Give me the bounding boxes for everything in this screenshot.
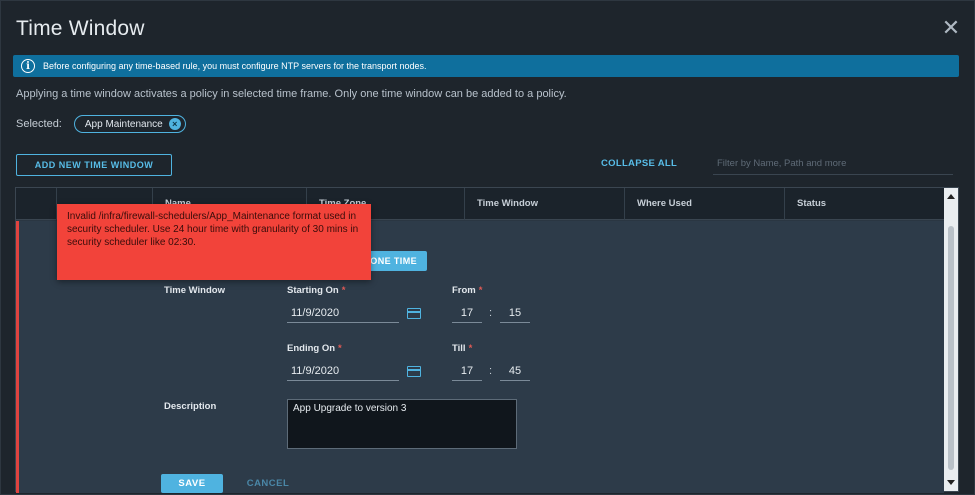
from-label: From *	[452, 285, 482, 296]
ending-on-label-text: Ending On	[287, 343, 336, 354]
required-marker: *	[478, 285, 483, 296]
column-header-time-window[interactable]: Time Window	[464, 188, 624, 220]
starting-on-label-text: Starting On	[287, 285, 339, 296]
time-window-dialog: Time Window ✕ i Before configuring any t…	[0, 0, 975, 495]
description-textarea[interactable]: App Upgrade to version 3	[287, 399, 517, 449]
close-icon[interactable]: ✕	[940, 17, 962, 39]
till-label-text: Till	[452, 343, 466, 354]
column-header-status[interactable]: Status	[784, 188, 944, 220]
from-hour-input[interactable]	[452, 303, 482, 323]
calendar-icon[interactable]	[407, 366, 421, 377]
scroll-thumb[interactable]	[948, 226, 954, 470]
ending-on-label: Ending On *	[287, 343, 342, 354]
cancel-button[interactable]: CANCEL	[237, 474, 299, 493]
column-header-where-used[interactable]: Where Used	[624, 188, 784, 220]
dialog-title: Time Window	[16, 17, 145, 40]
starting-on-date-input[interactable]	[287, 303, 399, 323]
till-label: Till *	[452, 343, 472, 354]
add-new-time-window-button[interactable]: ADD NEW TIME WINDOW	[16, 154, 172, 176]
selected-row: Selected: App Maintenance ×	[16, 115, 186, 133]
selected-label: Selected:	[16, 118, 62, 130]
filter-input[interactable]	[713, 153, 953, 175]
scroll-up-icon[interactable]	[947, 194, 955, 199]
required-marker: *	[468, 343, 473, 354]
time-separator: :	[489, 365, 493, 377]
info-banner-text: Before configuring any time-based rule, …	[43, 61, 427, 71]
close-circle-icon[interactable]: ×	[168, 118, 181, 130]
chip-label: App Maintenance	[84, 118, 163, 130]
required-marker: *	[338, 343, 342, 354]
dialog-description: Applying a time window activates a polic…	[16, 88, 567, 100]
ending-on-date-input[interactable]	[287, 361, 399, 381]
save-button[interactable]: SAVE	[161, 474, 223, 493]
column-header-select	[16, 188, 56, 220]
time-separator: :	[489, 307, 493, 319]
ntp-info-banner: i Before configuring any time-based rule…	[13, 55, 959, 77]
required-marker: *	[341, 285, 346, 296]
selected-policy-chip: App Maintenance ×	[73, 115, 186, 133]
time-window-label: Time Window	[164, 285, 225, 296]
scroll-down-icon[interactable]	[947, 480, 955, 485]
vertical-scrollbar[interactable]	[944, 188, 958, 491]
description-label: Description	[164, 401, 217, 412]
calendar-icon[interactable]	[407, 308, 421, 319]
collapse-all-link[interactable]: COLLAPSE ALL	[601, 158, 677, 169]
till-minute-input[interactable]	[500, 361, 530, 381]
from-minute-input[interactable]	[500, 303, 530, 323]
info-icon: i	[21, 59, 35, 73]
till-hour-input[interactable]	[452, 361, 482, 381]
starting-on-label: Starting On *	[287, 285, 345, 296]
validation-error-tooltip: Invalid /infra/firewall-schedulers/App_M…	[57, 204, 371, 280]
from-label-text: From	[452, 285, 476, 296]
